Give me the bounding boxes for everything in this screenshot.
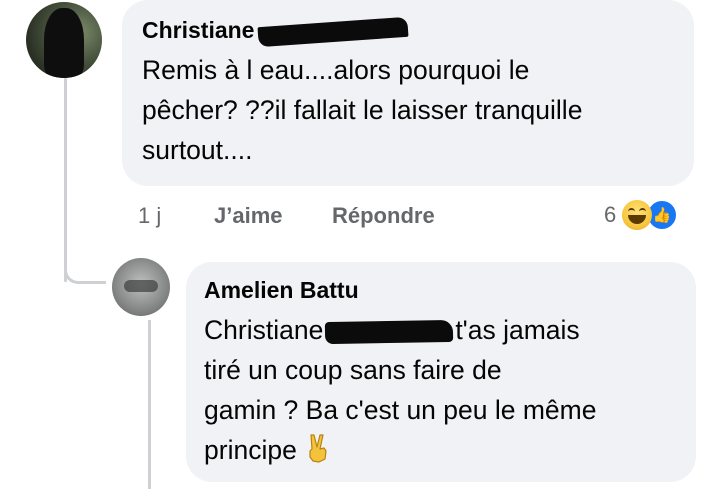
- reaction-summary[interactable]: 6 👍: [604, 198, 679, 232]
- reply-line: tiré un coup sans faire de: [204, 355, 502, 385]
- haha-icon: [622, 200, 653, 230]
- comment-line: surtout....: [142, 135, 253, 165]
- victory-hand-icon: [309, 434, 327, 463]
- comment-text: Remis à l eau....alors pourquoi le pêche…: [142, 50, 672, 170]
- reply-thread-line: [148, 320, 151, 489]
- avatar-redaction: [44, 8, 84, 78]
- reply-button[interactable]: Répondre: [332, 200, 435, 232]
- reply-line: Christiane t'as jamais: [204, 310, 676, 350]
- mention-redaction: [325, 319, 454, 345]
- comment-line: Remis à l eau....alors pourquoi le: [142, 55, 530, 85]
- thread-connector: [64, 262, 106, 284]
- reply-text: Christiane t'as jamais tiré un coup sans …: [204, 310, 676, 470]
- author-name[interactable]: Christiane: [142, 17, 254, 43]
- reply-author[interactable]: Amelien Battu: [204, 276, 359, 304]
- avatar-amelien-battu[interactable]: [112, 258, 170, 316]
- comment-author[interactable]: Christiane: [142, 16, 409, 48]
- name-redaction: [257, 16, 409, 48]
- reply-line: gamin ? Ba c'est un peu le même: [204, 395, 597, 425]
- mention-link[interactable]: Christiane: [204, 315, 323, 345]
- thread-line: [64, 78, 67, 282]
- reaction-count: 6: [604, 202, 617, 227]
- comment-timestamp[interactable]: 1 j: [138, 200, 161, 232]
- reply-bubble: Amelien Battu Christiane t'as jamais tiré…: [186, 262, 696, 482]
- reply-line: principe: [204, 430, 676, 470]
- comment-bubble: Christiane Remis à l eau....alors pourqu…: [122, 0, 694, 186]
- like-button[interactable]: J’aime: [214, 200, 283, 232]
- comment-line: pêcher? ??il fallait le laisser tranquil…: [142, 95, 583, 125]
- avatar-christiane[interactable]: [26, 2, 102, 78]
- reply-line-text: t'as jamais: [455, 315, 580, 345]
